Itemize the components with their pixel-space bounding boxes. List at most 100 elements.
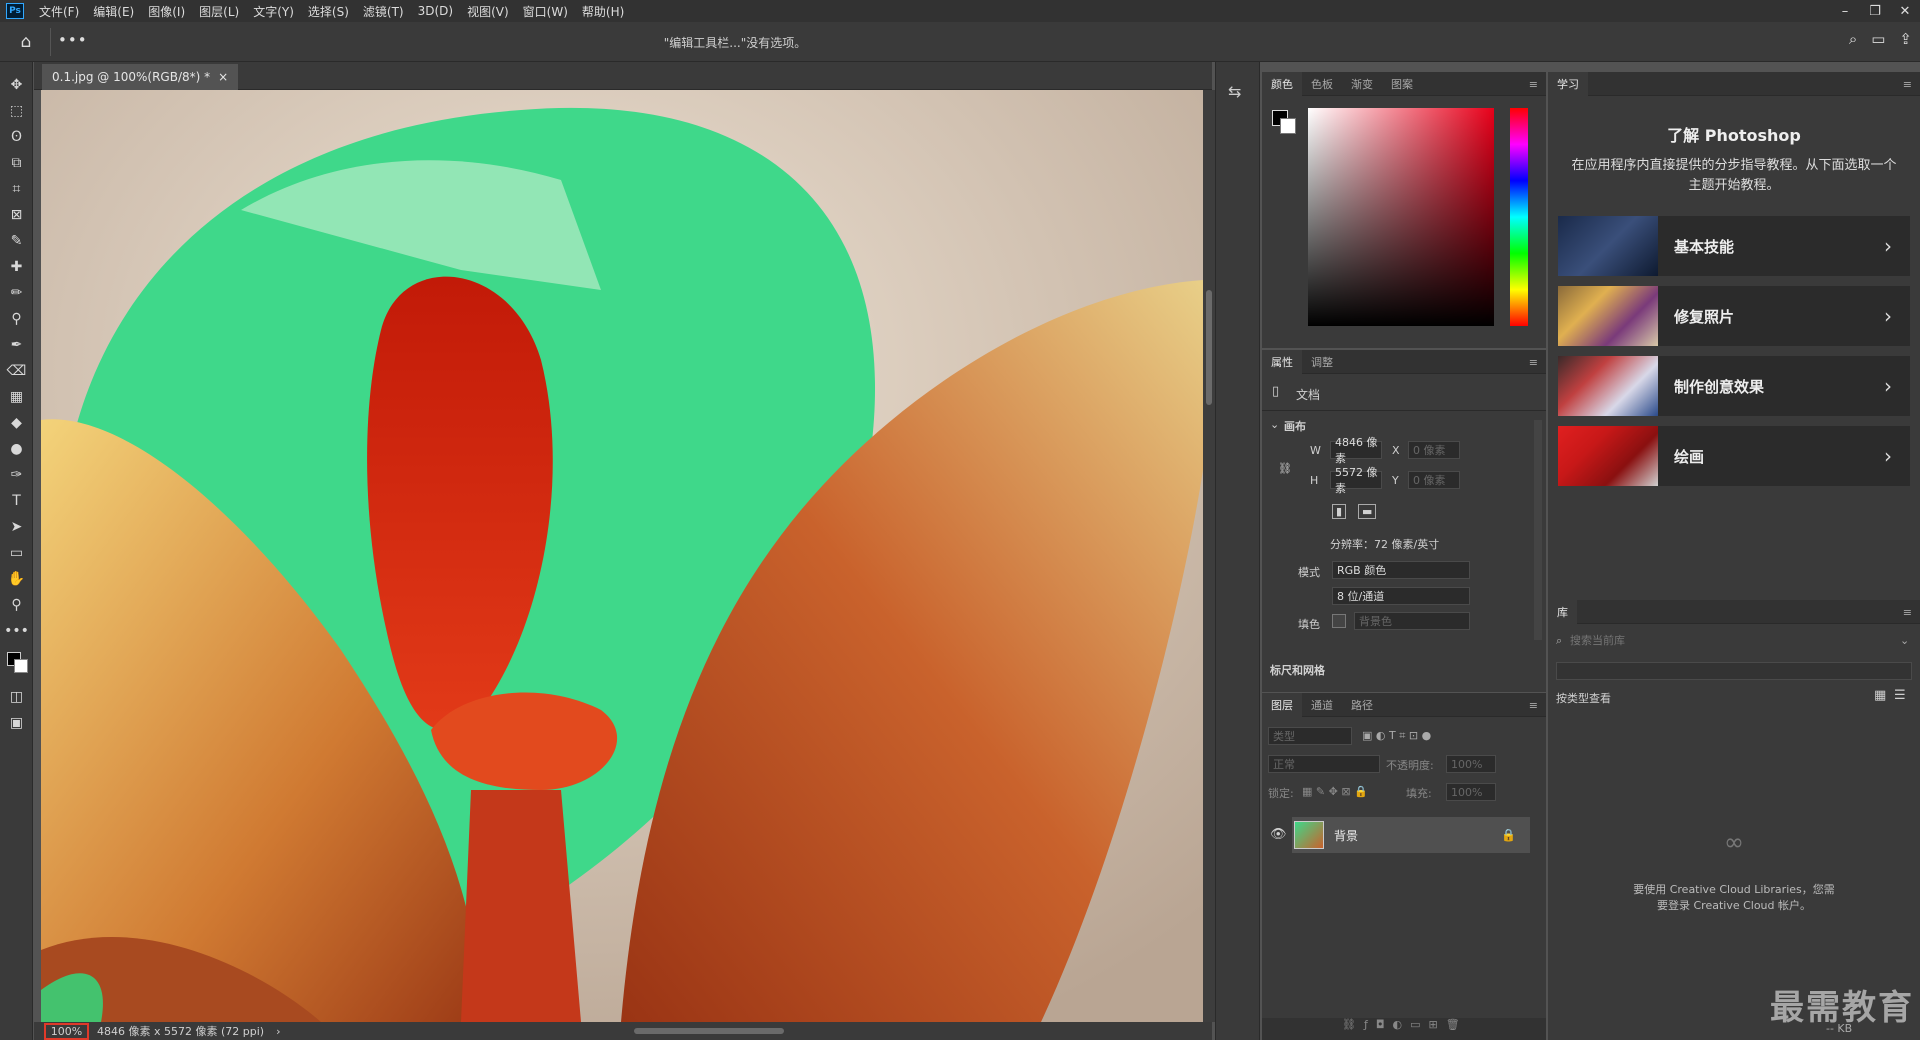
workspace-icon[interactable]: ▭ <box>1871 30 1885 48</box>
zoom-field[interactable]: 100% <box>44 1022 89 1040</box>
layer-filter-select[interactable]: 类型 <box>1268 727 1352 745</box>
gradient-tool-icon[interactable]: ▦ <box>0 384 33 410</box>
tab-paths[interactable]: 路径 <box>1342 693 1382 717</box>
vertical-scrollbar[interactable] <box>1203 90 1215 1022</box>
tab-learn[interactable]: 学习 <box>1548 71 1588 96</box>
height-field[interactable]: 5572 像素 <box>1330 466 1382 495</box>
minimize-button[interactable]: – <box>1830 0 1860 22</box>
menu-filter[interactable]: 滤镜(T) <box>356 3 411 20</box>
bit-depth-select[interactable]: 8 位/通道 <box>1332 587 1470 605</box>
fill-field[interactable]: 100% <box>1446 783 1496 801</box>
tutorial-card-basics[interactable]: 基本技能 › <box>1558 216 1910 276</box>
fill-swatch[interactable] <box>1332 614 1346 628</box>
background-color[interactable] <box>14 659 28 673</box>
menu-layer[interactable]: 图层(L) <box>192 3 246 20</box>
dodge-tool-icon[interactable]: ● <box>0 436 33 462</box>
panel-menu-icon[interactable]: ≡ <box>1529 78 1538 91</box>
layer-name[interactable]: 背景 <box>1334 827 1501 844</box>
history-brush-icon[interactable]: ✒ <box>0 332 33 358</box>
view-by-type-dropdown[interactable]: 按类型查看 <box>1556 690 1611 706</box>
tab-adjustments[interactable]: 调整 <box>1302 350 1342 374</box>
menu-view[interactable]: 视图(V) <box>460 3 516 20</box>
rectangle-tool-icon[interactable]: ▭ <box>0 540 33 566</box>
grid-view-icon[interactable]: ▦ <box>1874 688 1886 703</box>
search-icon[interactable]: ⌕ <box>1849 30 1857 48</box>
menu-window[interactable]: 窗口(W) <box>516 3 575 20</box>
tab-swatches[interactable]: 色板 <box>1302 72 1342 96</box>
menu-file[interactable]: 文件(F) <box>32 3 86 20</box>
eye-icon[interactable]: 👁 <box>1270 827 1287 842</box>
library-search-input[interactable] <box>1570 630 1890 650</box>
zoom-tool-icon[interactable]: ⚲ <box>0 592 33 618</box>
link-icon[interactable]: ⛓ <box>1278 462 1292 475</box>
library-select[interactable] <box>1556 662 1912 680</box>
close-tab-icon[interactable]: × <box>218 70 228 84</box>
object-select-tool-icon[interactable]: ⧉ <box>0 150 33 176</box>
menu-image[interactable]: 图像(I) <box>141 3 192 20</box>
fill-select[interactable]: 背景色 <box>1354 612 1470 630</box>
menu-edit[interactable]: 编辑(E) <box>86 3 141 20</box>
width-field[interactable]: 4846 像素 <box>1330 436 1382 465</box>
mode-select[interactable]: RGB 颜色 <box>1332 561 1470 579</box>
frame-tool-icon[interactable]: ⊠ <box>0 202 33 228</box>
crop-tool-icon[interactable]: ⌗ <box>0 176 33 202</box>
brush-tool-icon[interactable]: ✏ <box>0 280 33 306</box>
hue-slider[interactable] <box>1510 108 1528 326</box>
x-field[interactable]: 0 像素 <box>1408 441 1460 459</box>
screen-mode-icon[interactable]: ▣ <box>0 710 33 736</box>
pen-tool-icon[interactable]: ✑ <box>0 462 33 488</box>
tab-layers[interactable]: 图层 <box>1262 692 1302 717</box>
panel-menu-icon[interactable]: ≡ <box>1529 356 1538 369</box>
panel-menu-icon[interactable]: ≡ <box>1529 699 1538 712</box>
landscape-icon[interactable]: ▬ <box>1358 504 1377 519</box>
tutorial-card-creative-effects[interactable]: 制作创意效果 › <box>1558 356 1910 416</box>
opacity-field[interactable]: 100% <box>1446 755 1496 773</box>
tab-properties[interactable]: 属性 <box>1262 349 1302 374</box>
type-tool-icon[interactable]: T <box>0 488 33 514</box>
tab-patterns[interactable]: 图案 <box>1382 72 1422 96</box>
chevron-down-icon[interactable]: ⌄ <box>1270 418 1279 431</box>
filter-icons[interactable]: ▣ ◐ T ⌗ ⊡ ● <box>1362 729 1431 743</box>
panel-menu-icon[interactable]: ≡ <box>1903 78 1912 91</box>
panel-menu-icon[interactable]: ≡ <box>1903 606 1912 619</box>
y-field[interactable]: 0 像素 <box>1408 471 1460 489</box>
move-tool-icon[interactable]: ✥ <box>0 72 33 98</box>
tab-libraries[interactable]: 库 <box>1548 599 1577 624</box>
tab-gradients[interactable]: 渐变 <box>1342 72 1382 96</box>
rulers-section-label[interactable]: 标尺和网格 <box>1270 662 1325 678</box>
hand-tool-icon[interactable]: ✋ <box>0 566 33 592</box>
menu-select[interactable]: 选择(S) <box>301 3 356 20</box>
layer-row[interactable]: 背景 🔒 <box>1292 817 1530 853</box>
tab-color[interactable]: 颜色 <box>1262 71 1302 96</box>
menu-type[interactable]: 文字(Y) <box>246 3 301 20</box>
learn-panel-icon[interactable]: ⇆ <box>1228 82 1241 101</box>
layers-footer-icons[interactable]: ⛓ƒ◘◐▭⊞🗑 <box>1262 1018 1546 1040</box>
healing-brush-icon[interactable]: ✚ <box>0 254 33 280</box>
lock-icons[interactable]: ▦ ✎ ✥ ⊠ 🔒 <box>1302 785 1368 798</box>
background-swatch[interactable] <box>1280 118 1296 134</box>
eyedropper-tool-icon[interactable]: ✎ <box>0 228 33 254</box>
chevron-down-icon[interactable]: ⌄ <box>1900 634 1909 647</box>
restore-button[interactable]: ❐ <box>1860 0 1890 22</box>
close-button[interactable]: ✕ <box>1890 0 1920 22</box>
stamp-tool-icon[interactable]: ⚲ <box>0 306 33 332</box>
tutorial-card-fix-photos[interactable]: 修复照片 › <box>1558 286 1910 346</box>
info-arrow-icon[interactable]: › <box>276 1025 280 1038</box>
lock-icon[interactable]: 🔒 <box>1501 828 1516 842</box>
blend-mode-select[interactable]: 正常 <box>1268 755 1380 773</box>
color-field[interactable] <box>1308 108 1494 326</box>
document-canvas[interactable] <box>41 90 1203 1022</box>
path-select-tool-icon[interactable]: ➤ <box>0 514 33 540</box>
scroll-thumb[interactable] <box>1206 290 1212 405</box>
list-view-icon[interactable]: ☰ <box>1894 688 1906 703</box>
color-swatches[interactable] <box>0 644 32 684</box>
menu-help[interactable]: 帮助(H) <box>575 3 631 20</box>
horizontal-scroll-thumb[interactable] <box>634 1028 784 1034</box>
quick-mask-icon[interactable]: ◫ <box>0 684 33 710</box>
properties-scrollbar[interactable] <box>1534 420 1542 640</box>
blur-tool-icon[interactable]: ◆ <box>0 410 33 436</box>
eraser-tool-icon[interactable]: ⌫ <box>0 358 33 384</box>
lasso-tool-icon[interactable]: ʘ <box>0 124 33 150</box>
tutorial-card-painting[interactable]: 绘画 › <box>1558 426 1910 486</box>
menu-3d[interactable]: 3D(D) <box>411 4 460 18</box>
